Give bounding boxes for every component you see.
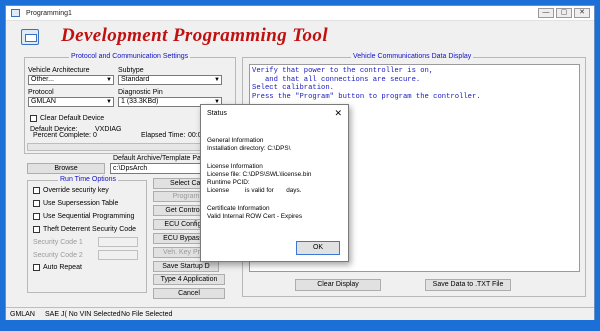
clear-default-device-checkbox[interactable] (30, 115, 37, 122)
override-security-key-label: Override security key (43, 187, 109, 194)
window-icon (11, 9, 20, 17)
elapsed-time-label: Elapsed Time: (141, 132, 186, 139)
sequential-programming-checkbox[interactable] (33, 213, 40, 220)
security-code-2-label: Security Code 2 (33, 252, 83, 259)
vcd-line: Verify that power to the controller is o… (252, 67, 434, 75)
vcd-line: Press the "Program" button to program th… (252, 92, 481, 101)
auto-repeat-checkbox[interactable] (33, 264, 40, 271)
general-info-header: General Information (207, 137, 264, 144)
close-icon[interactable]: ✕ (334, 108, 342, 119)
ok-button[interactable]: OK (296, 241, 340, 255)
archive-path-title: Default Archive/Template Path (113, 155, 207, 162)
status-dialog: Status ✕ General Information Installatio… (200, 104, 349, 262)
sequential-programming-label: Use Sequential Programming (43, 213, 135, 220)
supersession-table-checkbox[interactable] (33, 200, 40, 207)
close-button[interactable]: ✕ (574, 8, 590, 18)
subtype-value: Standard (121, 76, 150, 83)
certificate-status: Valid Internal ROW Cert - Expires (207, 213, 303, 220)
runtime-pcid: Runtime PCID: (207, 179, 250, 186)
clear-default-device-label: Clear Default Device (40, 115, 105, 122)
protocol-select[interactable]: GMLAN ▼ (28, 97, 114, 107)
app-banner: Development Programming Tool (61, 25, 328, 46)
chevron-down-icon: ▼ (106, 99, 112, 105)
progress-bar (27, 143, 226, 151)
theft-deterrent-label: Theft Deterrent Security Code (43, 226, 136, 233)
app-icon (21, 29, 39, 45)
override-security-key-checkbox[interactable] (33, 187, 40, 194)
subtype-label: Subtype (118, 67, 144, 74)
vehicle-architecture-label: Vehicle Architecture (28, 67, 90, 74)
subtype-select[interactable]: Standard ▼ (118, 75, 222, 85)
chevron-down-icon: ▼ (106, 77, 112, 83)
minimize-button[interactable]: — (538, 8, 554, 18)
license-info-header: License Information (207, 163, 263, 170)
run-time-options-title: Run Time Options (58, 176, 119, 183)
clear-display-button[interactable]: Clear Display (295, 279, 381, 291)
cancel-button[interactable]: Cancel (153, 288, 225, 299)
chevron-down-icon: ▼ (214, 77, 220, 83)
diagnostic-pin-value: 1 (33.3KBd) (121, 98, 159, 105)
archive-path-input[interactable]: c:\DpsArch (110, 163, 202, 174)
license-file: License file: C:\DPS\SWL\license.bin (207, 171, 312, 178)
security-code-1-label: Security Code 1 (33, 239, 83, 246)
save-txt-button[interactable]: Save Data to .TXT File (425, 279, 511, 291)
status-bar: GMLAN SAE J( No VIN Selected No File Sel… (6, 307, 594, 320)
percent-complete-label: Percent Complete: (33, 132, 91, 139)
dialog-title: Status (207, 110, 227, 117)
theft-deterrent-checkbox[interactable] (33, 226, 40, 233)
title-bar: Programming1 — ▢ ✕ (6, 6, 594, 21)
protocol-label: Protocol (28, 89, 54, 96)
vcd-line: and that all connections are secure. (252, 75, 421, 84)
vcd-title: Vehicle Communications Data Display (351, 53, 474, 60)
diagnostic-pin-label: Diagnostic Pin (118, 89, 163, 96)
auto-repeat-label: Auto Repeat (43, 264, 82, 271)
vcd-line: Select calibration. (252, 84, 334, 93)
vehicle-architecture-select[interactable]: Other... ▼ (28, 75, 114, 85)
window-title: Programming1 (26, 10, 72, 17)
certificate-info-header: Certificate Information (207, 205, 270, 212)
license-validity: License is valid for days. (207, 187, 302, 194)
security-code-2-input[interactable] (98, 250, 138, 260)
save-startup-button[interactable]: Save Startup D (153, 261, 219, 272)
maximize-button[interactable]: ▢ (556, 8, 572, 18)
protocol-value: GMLAN (31, 98, 56, 105)
protocol-group-title: Protocol and Communication Settings (69, 53, 191, 60)
percent-complete-value: 0 (93, 132, 97, 139)
status-protocol: GMLAN (10, 311, 35, 318)
run-time-options-group: Run Time Options Override security key U… (27, 176, 147, 293)
type4-application-button[interactable]: Type 4 Application (153, 274, 225, 285)
security-code-1-input[interactable] (98, 237, 138, 247)
supersession-table-label: Use Supersession Table (43, 200, 119, 207)
default-device-value: VXDIAG (95, 126, 122, 133)
status-vin: SAE J( No VIN Selected (45, 311, 121, 318)
vehicle-architecture-value: Other... (31, 76, 54, 83)
installation-directory: Installation directory: C:\DPS\ (207, 145, 291, 152)
browse-button[interactable]: Browse (27, 163, 105, 174)
status-file: No File Selected (121, 311, 173, 318)
